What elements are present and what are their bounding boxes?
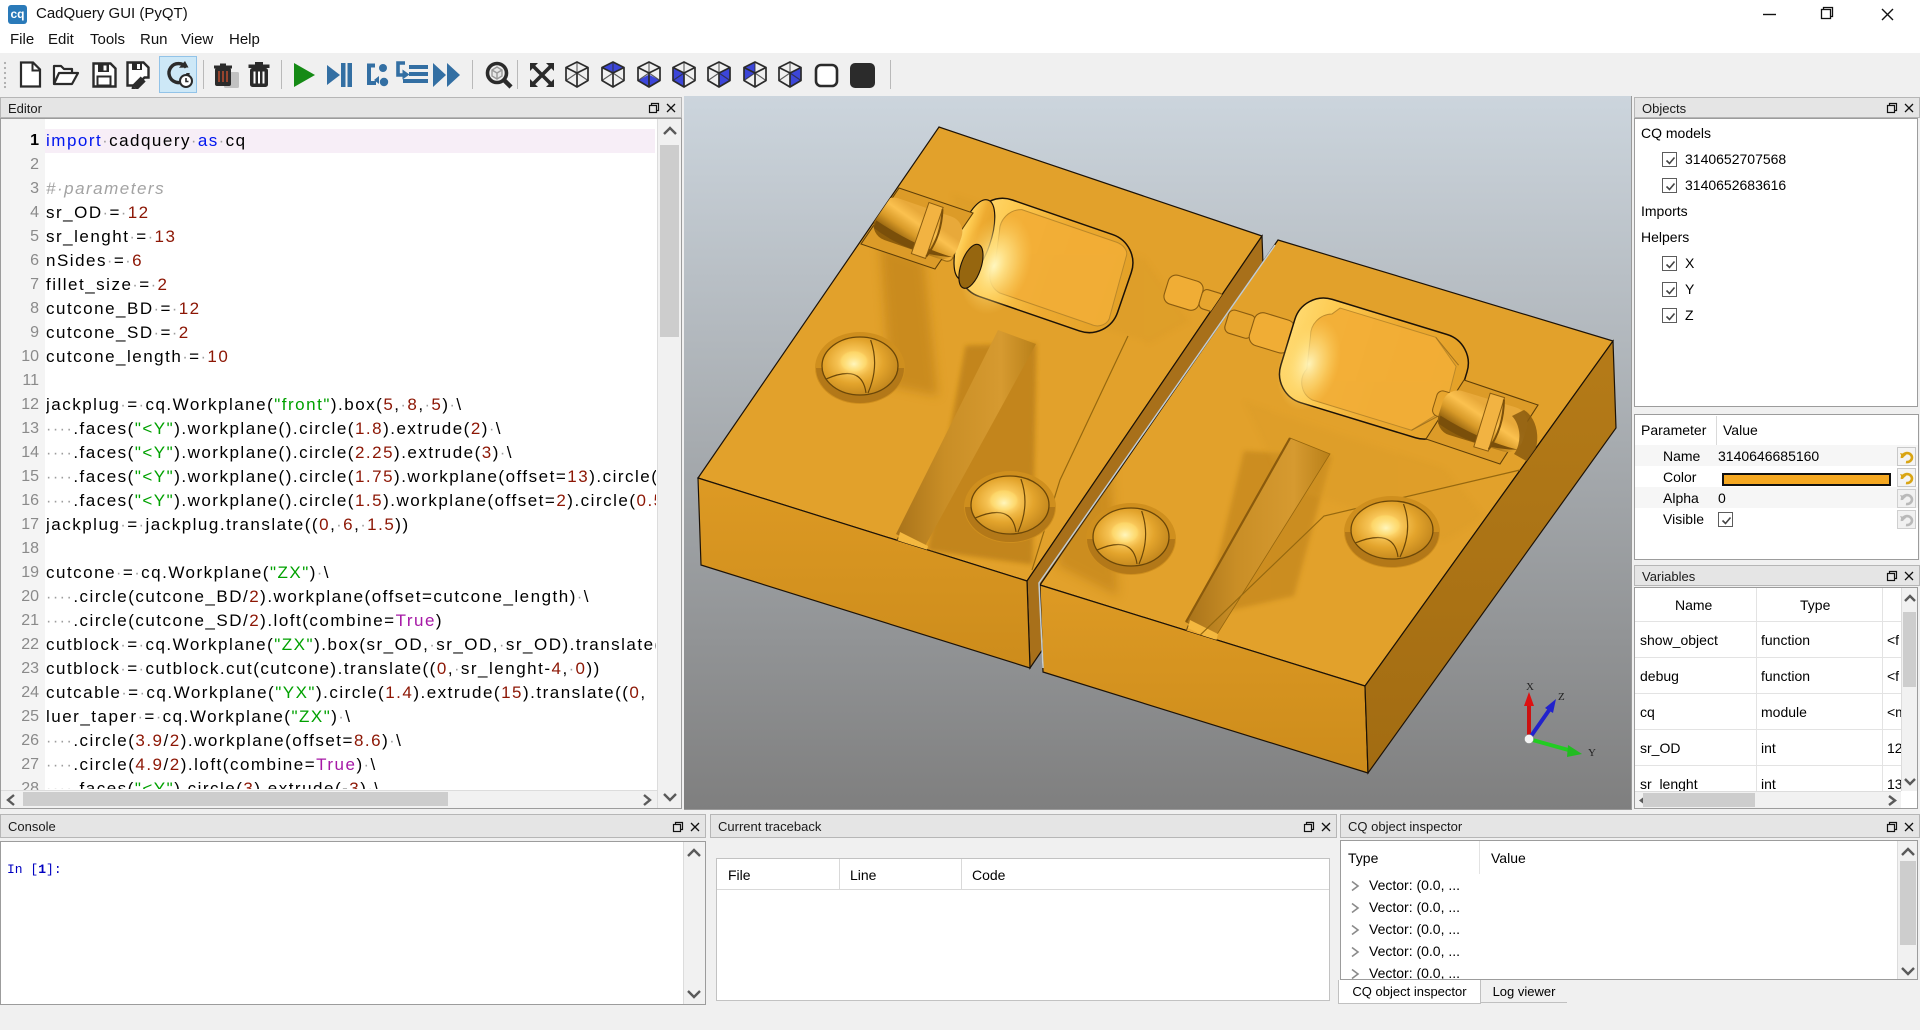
svg-text:Z: Z	[1558, 691, 1565, 703]
svg-text:X: X	[1526, 681, 1534, 693]
svg-text:Y: Y	[1588, 747, 1596, 759]
